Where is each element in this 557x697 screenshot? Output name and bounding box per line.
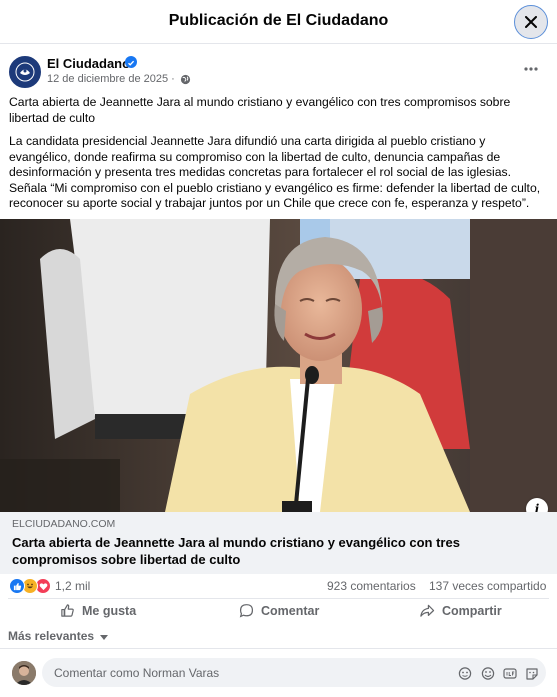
comment-composer — [0, 648, 557, 697]
page-avatar[interactable] — [9, 56, 41, 88]
like-label: Me gusta — [82, 603, 137, 618]
post-date[interactable]: 12 de diciembre de 2025 · — [47, 73, 175, 85]
post-header: El Ciudadano 12 de diciembre de 2025 · — [0, 52, 557, 92]
sort-label: Más relevantes — [8, 629, 95, 643]
comment-button[interactable]: Comentar — [239, 603, 319, 618]
link-title: Carta abierta de Jeannette Jara al mundo… — [12, 535, 460, 567]
shares-count[interactable]: 137 veces compartido — [429, 579, 546, 593]
actions-row: Me gusta Comentar Compartir — [8, 598, 549, 622]
share-icon — [420, 604, 435, 617]
more-options-button[interactable] — [524, 62, 548, 78]
comments-count[interactable]: 923 comentarios — [327, 579, 416, 593]
share-label: Compartir — [442, 603, 502, 618]
page-name[interactable]: El Ciudadano — [47, 56, 130, 71]
comment-sort-dropdown[interactable]: Más relevantes — [8, 629, 109, 643]
close-button[interactable] — [514, 5, 548, 39]
emoji-icon[interactable] — [481, 667, 495, 680]
reactions-row: 1,2 mil 923 comentarios 137 veces compar… — [0, 576, 557, 596]
like-button[interactable]: Me gusta — [60, 603, 136, 618]
post-text: Carta abierta de Jeannette Jara al mundo… — [9, 95, 549, 220]
reactions-count[interactable]: 1,2 mil — [55, 579, 90, 593]
sticker-icon[interactable] — [458, 667, 472, 680]
page-logo-icon — [13, 60, 37, 84]
link-card[interactable]: ELCIUDADANO.COM Carta abierta de Jeannet… — [0, 512, 557, 574]
verified-icon — [125, 56, 137, 68]
post-body: La candidata presidencial Jeannette Jara… — [9, 134, 541, 210]
share-button[interactable]: Compartir — [419, 603, 502, 618]
comment-label: Comentar — [261, 603, 320, 618]
link-domain: ELCIUDADANO.COM — [12, 518, 116, 530]
post-image[interactable] — [0, 219, 557, 512]
post-headline: Carta abierta de Jeannette Jara al mundo… — [9, 95, 511, 125]
like-reaction-icon[interactable] — [9, 578, 25, 594]
dialog-title: Publicación de El Ciudadano — [168, 12, 389, 29]
dialog-header: Publicación de El Ciudadano — [0, 0, 557, 44]
close-icon — [525, 16, 537, 28]
post-photo — [0, 219, 557, 512]
comment-icon — [239, 604, 254, 618]
globe-icon — [180, 74, 191, 85]
thumbs-up-icon — [61, 604, 74, 617]
more-icon — [524, 67, 538, 71]
chevron-down-icon — [100, 635, 109, 640]
avatar[interactable] — [12, 661, 36, 685]
sticker-face-icon[interactable] — [525, 667, 539, 680]
gif-icon[interactable] — [503, 667, 517, 680]
